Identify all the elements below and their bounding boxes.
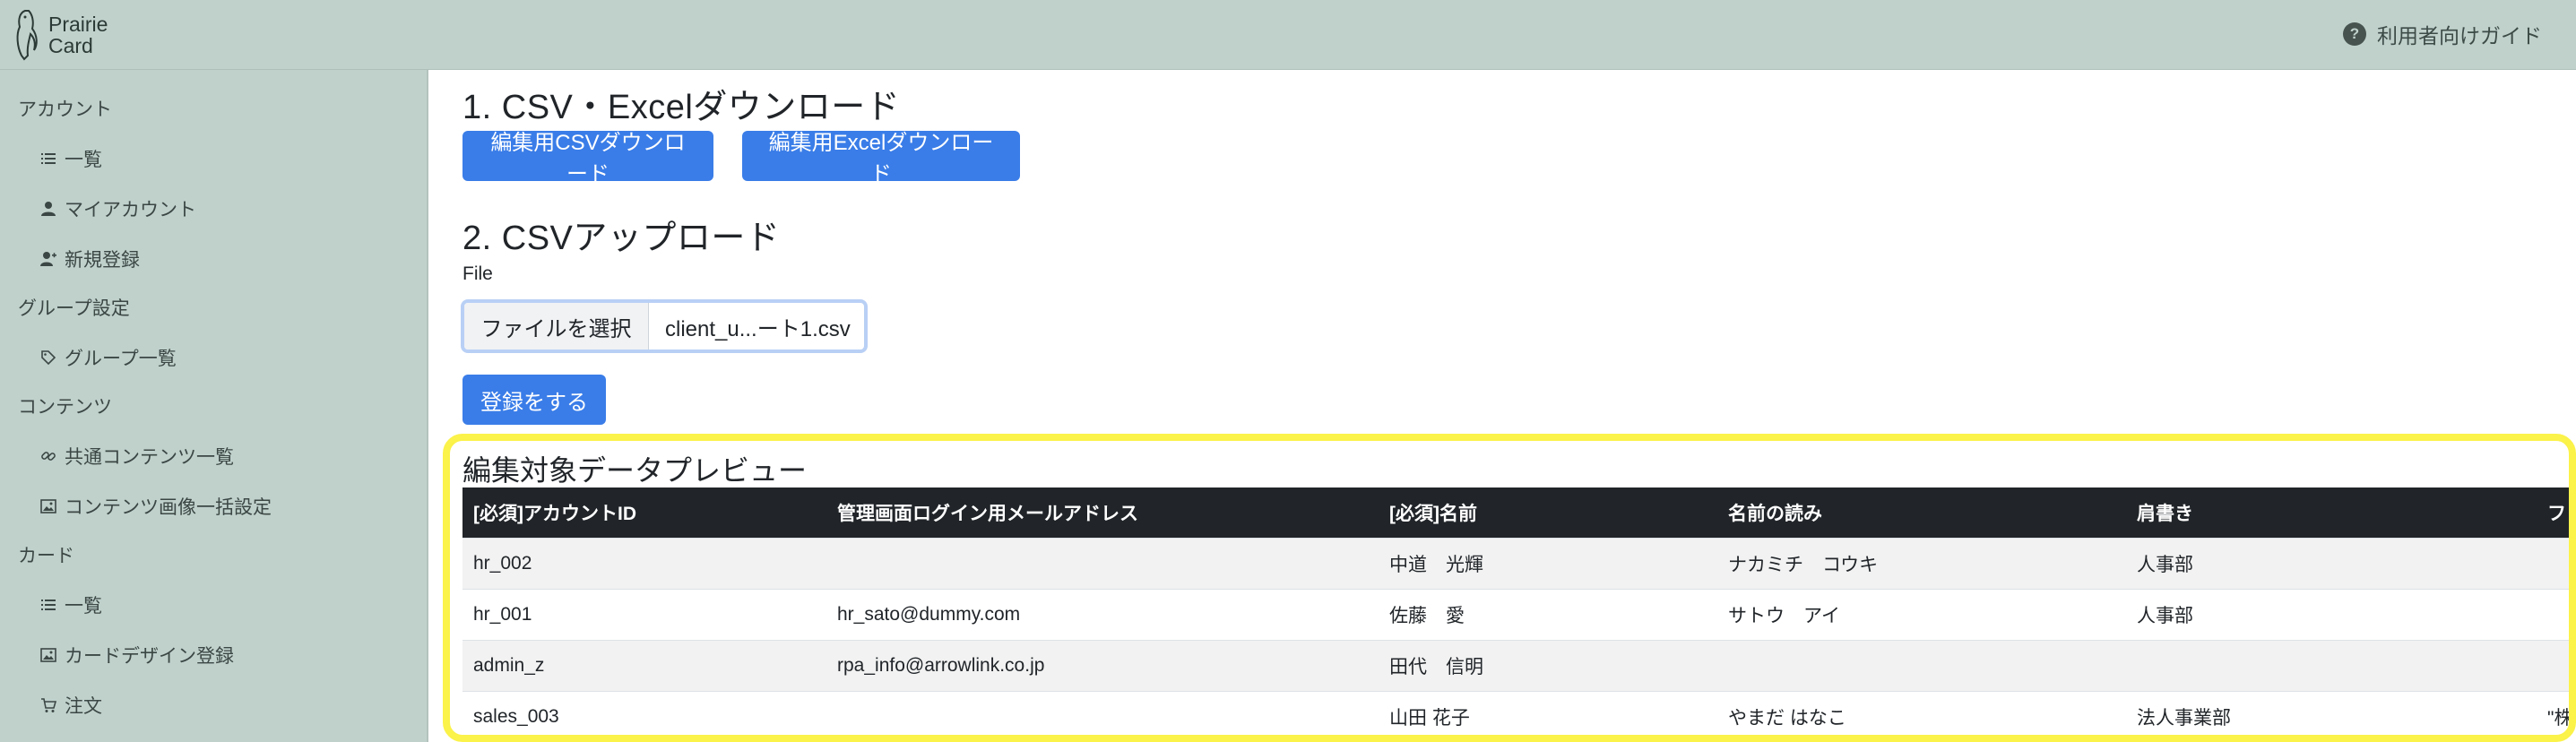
- choose-file-button[interactable]: ファイルを選択: [464, 303, 649, 349]
- file-input[interactable]: ファイルを選択 client_u...ート1.csv: [461, 299, 868, 353]
- brand-logo[interactable]: Prairie Card: [13, 7, 108, 63]
- sidebar-item-group-list[interactable]: グループ一覧: [39, 344, 177, 371]
- sidebar-item-label: グループ一覧: [65, 349, 177, 369]
- table-row: admin_z rpa_info@arrowlink.co.jp 田代 信明: [462, 639, 2569, 691]
- sidebar-item-label: 共通コンテンツ一覧: [65, 447, 234, 468]
- cell-name-reading: [1717, 639, 2126, 691]
- list-icon: [39, 150, 57, 168]
- user-guide-label: 利用者向けガイド: [2377, 24, 2542, 47]
- sidebar-item-order[interactable]: 注文: [39, 692, 102, 719]
- user-guide-link[interactable]: ? 利用者向けガイド: [2343, 19, 2542, 49]
- cell-truncated: [2537, 537, 2569, 589]
- cell-name: 田代 信明: [1379, 639, 1717, 691]
- cell-account-id: sales_003: [462, 690, 826, 735]
- image-icon: [39, 497, 57, 515]
- selected-file-name: client_u...ート1.csv: [665, 316, 851, 341]
- list-icon: [39, 596, 57, 614]
- cell-account-id: admin_z: [462, 639, 826, 691]
- cell-admin-email: hr_sato@dummy.com: [826, 588, 1379, 640]
- cell-title: 人事部: [2126, 588, 2537, 640]
- sidebar-item-content-image-bulk[interactable]: コンテンツ画像一括設定: [39, 493, 272, 520]
- sidebar-item-label: 一覧: [65, 150, 102, 170]
- person-add-icon: [39, 250, 57, 268]
- cell-name-reading: ナカミチ コウキ: [1717, 537, 2126, 589]
- section-title-download: 1. CSV・Excelダウンロード: [462, 89, 901, 126]
- cell-truncated: "株: [2537, 690, 2569, 735]
- cell-name-reading: サトウ アイ: [1717, 588, 2126, 640]
- sidebar: アカウント 一覧 マイアカウント 新規登録 グループ設定 グループ一覧 コンテン…: [0, 70, 428, 742]
- cell-account-id: hr_001: [462, 588, 826, 640]
- cell-admin-email: [826, 537, 1379, 589]
- excel-download-button[interactable]: 編集用Excelダウンロード: [742, 131, 1020, 186]
- csv-download-button[interactable]: 編集用CSVダウンロード: [462, 131, 713, 186]
- link-icon: [39, 447, 57, 465]
- table-row: sales_003 山田 花子 やまだ はなこ 法人事業部 "株: [462, 690, 2569, 735]
- register-button[interactable]: 登録をする: [462, 375, 606, 425]
- col-account-id: [必須]アカウントID: [462, 487, 826, 538]
- data-preview-panel: 編集対象データプレビュー [必須]アカウントID 管理画面ログイン用メールアドレ…: [443, 434, 2576, 742]
- person-icon: [39, 200, 57, 218]
- brand-line-1: Prairie: [48, 13, 108, 36]
- cell-admin-email: rpa_info@arrowlink.co.jp: [826, 639, 1379, 691]
- col-title: 肩書き: [2126, 487, 2537, 538]
- sidebar-item-label: 注文: [65, 696, 102, 717]
- col-truncated: フ: [2537, 487, 2569, 538]
- table-header-row: [必須]アカウントID 管理画面ログイン用メールアドレス [必須]名前 名前の読…: [462, 487, 2569, 538]
- cell-title: 人事部: [2126, 537, 2537, 589]
- prairie-card-logo-icon: [16, 10, 38, 61]
- sidebar-section-contents: コンテンツ: [18, 397, 112, 418]
- file-label: File: [462, 263, 493, 284]
- sidebar-item-new-registration[interactable]: 新規登録: [39, 246, 140, 272]
- help-circle-icon: ?: [2343, 22, 2366, 46]
- sidebar-item-label: カードデザイン登録: [65, 646, 234, 667]
- cell-truncated: [2537, 588, 2569, 640]
- table-row: hr_001 hr_sato@dummy.com 佐藤 愛 サトウ アイ 人事部: [462, 588, 2569, 640]
- top-header: Prairie Card ? 利用者向けガイド: [0, 0, 2576, 70]
- sidebar-item-my-account[interactable]: マイアカウント: [39, 195, 196, 222]
- preview-table: [必須]アカウントID 管理画面ログイン用メールアドレス [必須]名前 名前の読…: [462, 487, 2569, 735]
- cell-name: 佐藤 愛: [1379, 588, 1717, 640]
- sidebar-section-account: アカウント: [18, 99, 112, 120]
- cell-name: 山田 花子: [1379, 690, 1717, 735]
- cell-name-reading: やまだ はなこ: [1717, 690, 2126, 735]
- cell-account-id: hr_002: [462, 537, 826, 589]
- preview-title: 編集対象データプレビュー: [462, 454, 808, 487]
- cart-icon: [39, 696, 57, 714]
- brand-line-2: Card: [48, 34, 93, 57]
- sidebar-item-label: 新規登録: [65, 250, 140, 271]
- cell-truncated: [2537, 639, 2569, 691]
- col-name: [必須]名前: [1379, 487, 1717, 538]
- sidebar-item-card-list[interactable]: 一覧: [39, 591, 102, 618]
- tag-icon: [39, 349, 57, 367]
- table-row: hr_002 中道 光輝 ナカミチ コウキ 人事部: [462, 537, 2569, 589]
- col-name-reading: 名前の読み: [1717, 487, 2126, 538]
- cell-admin-email: [826, 690, 1379, 735]
- sidebar-item-label: コンテンツ画像一括設定: [65, 497, 272, 518]
- cell-title: 法人事業部: [2126, 690, 2537, 735]
- cell-name: 中道 光輝: [1379, 537, 1717, 589]
- main-content: 1. CSV・Excelダウンロード 編集用CSVダウンロード 編集用Excel…: [430, 70, 2576, 742]
- sidebar-section-group-settings: グループ設定: [18, 298, 130, 319]
- sidebar-item-label: 一覧: [65, 596, 102, 617]
- cell-title: [2126, 639, 2537, 691]
- brand-name: Prairie Card: [48, 13, 108, 56]
- image-icon: [39, 646, 57, 664]
- sidebar-item-common-contents[interactable]: 共通コンテンツ一覧: [39, 443, 234, 470]
- sidebar-item-card-design[interactable]: カードデザイン登録: [39, 642, 234, 669]
- sidebar-item-account-list[interactable]: 一覧: [39, 145, 102, 172]
- section-title-upload: 2. CSVアップロード: [462, 220, 781, 257]
- sidebar-section-card: カード: [18, 546, 74, 566]
- sidebar-item-label: マイアカウント: [65, 200, 196, 220]
- col-admin-email: 管理画面ログイン用メールアドレス: [826, 487, 1379, 538]
